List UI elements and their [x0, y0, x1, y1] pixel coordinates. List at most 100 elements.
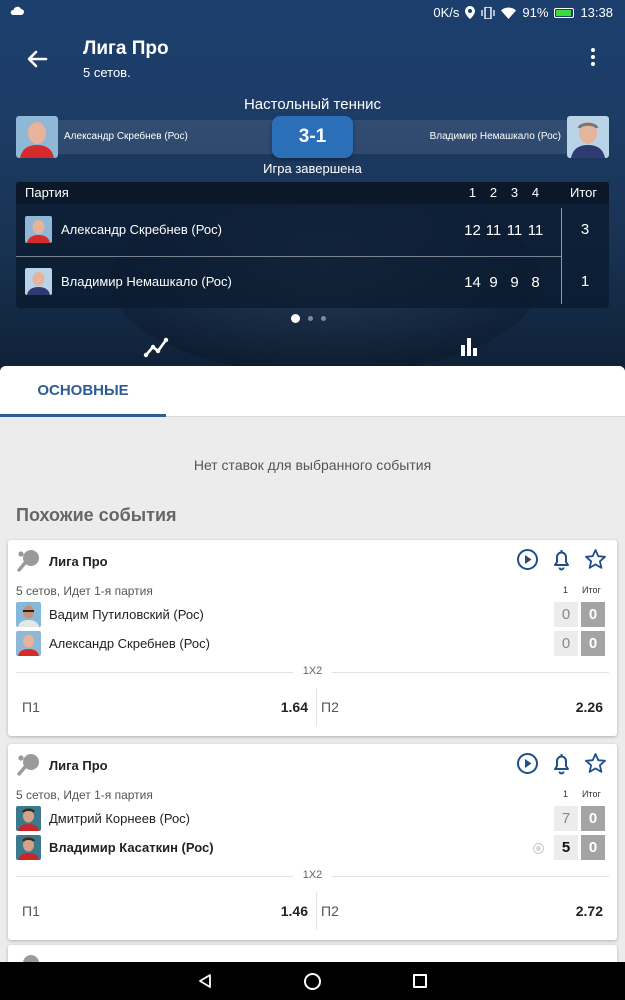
wifi-icon: [501, 7, 517, 19]
player-row: Владимир Касаткин (Рос) 5 0: [8, 834, 617, 862]
odds-label: П1: [22, 903, 40, 919]
page-dot[interactable]: [308, 316, 313, 321]
player1-avatar: [16, 116, 58, 158]
star-icon[interactable]: [584, 752, 607, 775]
total-header: Итог: [570, 185, 598, 200]
status-bar: 0K/s 91% 13:38: [0, 0, 625, 26]
page-subtitle: 5 сетов.: [83, 65, 131, 80]
player-name: Александр Скребнев (Рос): [49, 636, 210, 651]
set-score: 11: [485, 222, 502, 239]
set-score: 5: [554, 835, 578, 860]
tab-bar: ОСНОВНЫЕ: [0, 366, 625, 417]
set-score: 9: [489, 274, 498, 291]
bell-icon[interactable]: [550, 752, 573, 775]
odds-label: П2: [321, 903, 339, 919]
set-score: 0: [554, 602, 578, 627]
set-score: 8: [531, 274, 540, 291]
table-tennis-icon: [17, 754, 39, 776]
league-name: Лига Про: [49, 758, 108, 773]
odds-value: 2.72: [575, 903, 603, 919]
network-speed: 0K/s: [433, 5, 460, 20]
set-header: 3: [510, 185, 519, 200]
header-label: Партия: [25, 185, 69, 200]
total-column-header: Итог: [582, 789, 601, 799]
event-info: 5 сетов, Идет 1-я партия: [16, 584, 153, 598]
set-header: 4: [531, 185, 540, 200]
set-score: 7: [554, 806, 578, 831]
player-name: Дмитрий Корнеев (Рос): [49, 811, 191, 826]
player-name: Александр Скребнев (Рос): [61, 222, 222, 237]
set-scores: 12 11 11 11: [462, 222, 546, 239]
page-indicator[interactable]: [291, 314, 326, 323]
back-arrow-icon[interactable]: [22, 44, 52, 74]
odds-button-p2[interactable]: П2 2.72: [316, 892, 609, 930]
set-score: 14: [464, 274, 481, 291]
total-score: 0: [581, 835, 605, 860]
set-scores: 14 9 9 8: [462, 274, 546, 291]
player-name: Вадим Путиловский (Рос): [49, 607, 204, 622]
player-row: Дмитрий Корнеев (Рос) 7 0: [8, 805, 617, 833]
event-card[interactable]: Лига Про 5 сетов, Идет 1-я партия 1 Итог…: [8, 744, 617, 940]
play-icon[interactable]: [516, 752, 539, 775]
play-icon[interactable]: [516, 548, 539, 571]
odds-label: П2: [321, 699, 339, 715]
league-name: Лига Про: [49, 554, 108, 569]
cloud-icon: [10, 6, 24, 15]
avatar: [16, 602, 41, 627]
player-name: Владимир Касаткин (Рос): [49, 840, 214, 855]
set-column-header: 1: [563, 585, 569, 595]
avatar: [25, 268, 52, 295]
total-score: 1: [580, 273, 590, 290]
content-sheet: ОСНОВНЫЕ Нет ставок для выбранного событ…: [0, 366, 625, 1000]
serve-indicator-icon: [533, 843, 544, 854]
odds-value: 1.64: [280, 699, 308, 715]
page-dot[interactable]: [321, 316, 326, 321]
player-row: Вадим Путиловский (Рос) 0 0: [8, 601, 617, 629]
set-header: 1: [468, 185, 477, 200]
clock: 13:38: [580, 5, 613, 20]
star-icon[interactable]: [584, 548, 607, 571]
line-chart-icon[interactable]: [143, 333, 169, 359]
nav-home-icon[interactable]: [304, 973, 321, 990]
section-title: Похожие события: [16, 505, 177, 525]
bar-chart-icon[interactable]: [458, 335, 480, 357]
empty-bets-message: Нет ставок для выбранного события: [193, 457, 432, 473]
odds-button-p1[interactable]: П1 1.64: [16, 688, 314, 726]
avatar: [16, 835, 41, 860]
total-score: 3: [580, 221, 590, 238]
player-name: Владимир Немашкало (Рос): [61, 274, 232, 289]
more-vert-icon[interactable]: [583, 46, 603, 70]
battery-percent: 91%: [522, 5, 549, 20]
total-column-header: Итог: [582, 585, 601, 595]
set-column-header: 1: [563, 789, 569, 799]
set-score: 9: [510, 274, 519, 291]
table-row: Александр Скребнев (Рос) 12 11 11 11 3: [16, 206, 609, 254]
odds-label: П1: [22, 699, 40, 715]
set-header: 2: [489, 185, 498, 200]
tab-main[interactable]: ОСНОВНЫЕ: [0, 366, 166, 417]
set-headers: 1 2 3 4: [462, 182, 546, 204]
bell-icon[interactable]: [550, 548, 573, 571]
avatar: [25, 216, 52, 243]
page-dot-active[interactable]: [291, 314, 300, 323]
total-score: 0: [581, 602, 605, 627]
total-score: 0: [581, 631, 605, 656]
odds-value: 2.26: [575, 699, 603, 715]
event-card[interactable]: Лига Про 5 сетов, Идет 1-я партия 1 Итог…: [8, 540, 617, 736]
set-score: 11: [506, 222, 523, 239]
app-bar: Лига Про 5 сетов.: [0, 26, 625, 92]
match-header: 0K/s 91% 13:38 Лига Про 5 сетов. Настоль…: [0, 0, 625, 375]
nav-back-icon[interactable]: [197, 973, 213, 989]
total-score: 0: [581, 806, 605, 831]
odds-button-p2[interactable]: П2 2.26: [316, 688, 609, 726]
divider: [16, 256, 561, 257]
score-table-header: Партия 1 2 3 4 Итог: [16, 182, 609, 204]
odds-button-p1[interactable]: П1 1.46: [16, 892, 314, 930]
page-title: Лига Про: [83, 38, 169, 59]
vibrate-icon: [481, 6, 496, 19]
nav-recents-icon[interactable]: [413, 974, 427, 988]
sport-name: Настольный теннис: [243, 96, 382, 113]
location-icon: [465, 6, 476, 19]
market-label: 1X2: [8, 869, 617, 881]
avatar: [16, 631, 41, 656]
